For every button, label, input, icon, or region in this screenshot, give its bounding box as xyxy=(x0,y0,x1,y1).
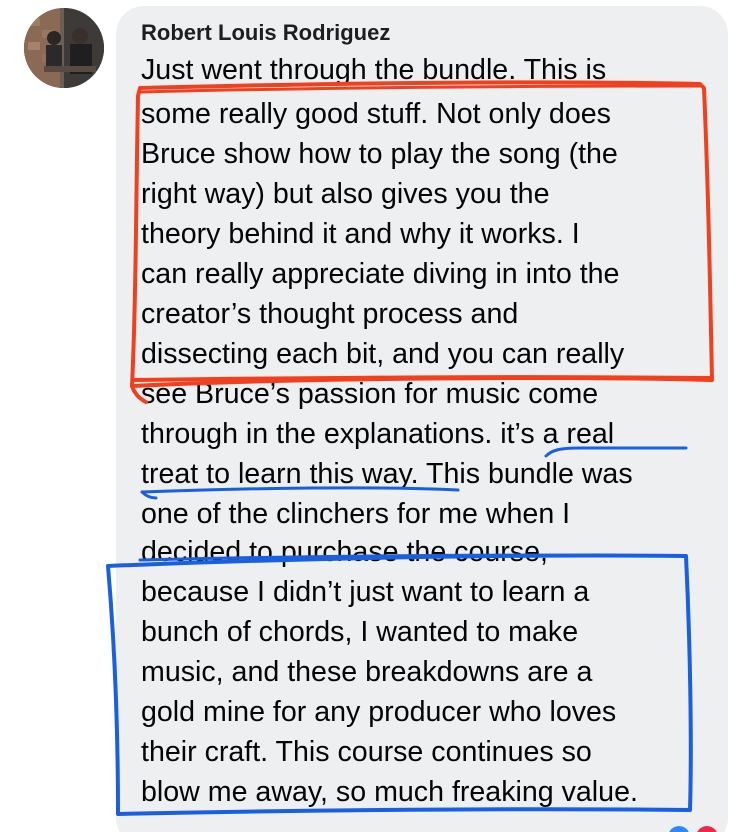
comment-text-line: can really appreciate diving in into the xyxy=(141,258,620,290)
comment-text-line: right way) but also gives you the xyxy=(141,178,550,210)
comment-text-line: dissecting each bit, and you can really xyxy=(141,338,625,370)
comment-text-line: gold mine for any producer who loves xyxy=(141,696,617,728)
comment-text-line: one of the clinchers for me when I xyxy=(141,498,571,530)
comment-text-line: music, and these breakdowns are a xyxy=(141,656,593,688)
comment-text-line: some really good stuff. Not only does xyxy=(141,98,611,130)
comment-text-line: Just went through the bundle. This is xyxy=(141,54,607,86)
comment-text-line: creator’s thought process and xyxy=(141,298,519,330)
comment-text-line: Bruce show how to play the song (the xyxy=(141,138,618,170)
comment-screenshot: Robert Louis Rodriguez Just went through… xyxy=(0,0,750,832)
avatar-photo xyxy=(24,8,104,88)
avatar[interactable] xyxy=(24,8,104,88)
comment-text-line: their craft. This course continues so xyxy=(141,736,592,768)
comment-text-line: bunch of chords, I wanted to make xyxy=(141,616,579,648)
comment-text-line: blow me away, so much freaking value. xyxy=(141,776,638,808)
comment-text-line: decided to purchase the course, xyxy=(141,536,548,568)
comment-text-line: through in the explanations. it’s a real xyxy=(141,418,615,450)
comment-text-line: because I didn’t just want to learn a xyxy=(141,576,590,608)
comment-author-name[interactable]: Robert Louis Rodriguez xyxy=(141,20,390,46)
comment-text-line: see Bruce’s passion for music come xyxy=(141,378,599,410)
comment-text-line: theory behind it and why it works. I xyxy=(141,218,580,250)
comment-text-line: treat to learn this way. This bundle was xyxy=(141,458,633,490)
